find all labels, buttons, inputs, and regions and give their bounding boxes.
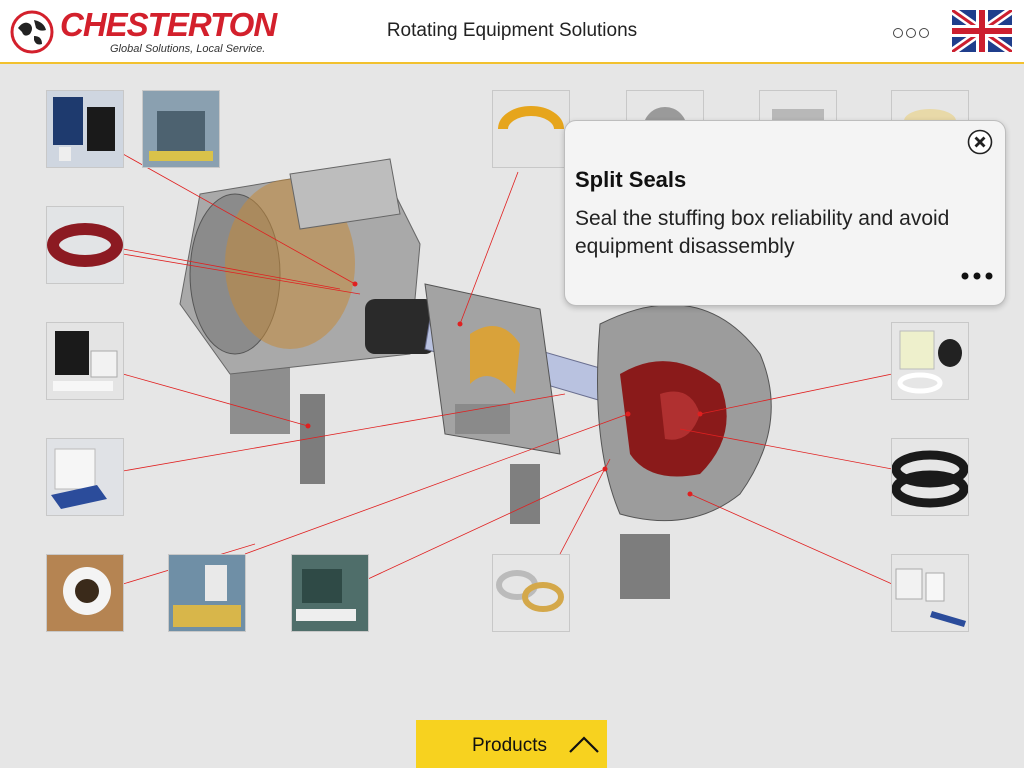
product-thumb-split-seal-ring[interactable] [493, 91, 569, 167]
chevron-up-icon [569, 736, 599, 753]
pump-casing[interactable] [597, 304, 772, 599]
close-circle-icon[interactable] [967, 129, 993, 155]
product-thumb-sealant-application[interactable] [169, 555, 245, 631]
app-header: CHESTERTON Global Solutions, Local Servi… [0, 0, 1024, 64]
product-thumb-lubricant-jar-rings[interactable] [892, 323, 968, 399]
brand-tagline: Global Solutions, Local Service. [110, 43, 266, 55]
product-thumb-packing-rings[interactable] [493, 555, 569, 631]
popup-description: Seal the stuffing box reliability and av… [575, 207, 950, 258]
bearing-housing[interactable] [424, 283, 561, 524]
product-thumb-black-split-seals[interactable] [892, 439, 968, 515]
product-thumb-pipe-sealant-tape[interactable] [47, 555, 123, 631]
ellipsis-icon[interactable] [961, 271, 993, 281]
product-thumb-compound-pails[interactable] [47, 323, 123, 399]
products-label: Products [472, 735, 547, 756]
three-circles-menu-icon[interactable] [893, 25, 932, 43]
product-thumb-repair-kit[interactable] [47, 439, 123, 515]
product-thumb-maintenance-kit[interactable] [892, 555, 968, 631]
products-button[interactable]: Products [416, 720, 607, 768]
product-thumb-lubricant-drums[interactable] [47, 91, 123, 167]
product-thumb-industrial-equipment[interactable] [143, 91, 219, 167]
page-title: Rotating Equipment Solutions [386, 20, 638, 41]
uk-flag-icon[interactable] [952, 10, 1012, 52]
product-thumb-red-gasket[interactable] [47, 207, 123, 283]
product-thumb-pump-sealant-tube[interactable] [292, 555, 368, 631]
popup-title: Split Seals [575, 167, 687, 192]
product-info-popup: Split Seals Seal the stuffing box reliab… [564, 120, 1006, 306]
